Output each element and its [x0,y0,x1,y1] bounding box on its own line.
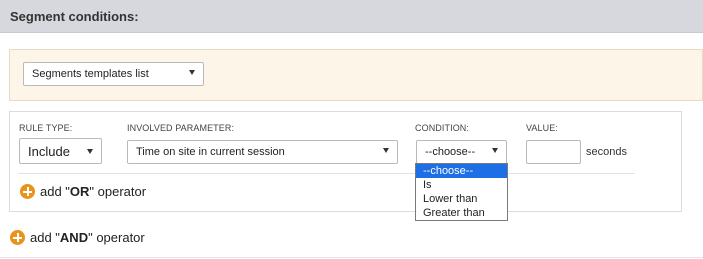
add-or-operator-button[interactable]: add " OR " operator [20,184,146,199]
value-input[interactable] [526,140,581,164]
dropdown-option[interactable]: Is [416,178,507,192]
rule-type-select-value: Include [28,144,70,159]
chevron-down-icon [189,70,195,75]
condition-label: CONDITION: [415,123,469,133]
involved-parameter-select[interactable]: Time on site in current session [127,140,398,164]
segments-templates-select-label: Segments templates list [32,68,149,80]
page-title: Segment conditions: [10,9,139,24]
rule-type-select[interactable]: Include [19,138,102,164]
involved-parameter-select-value: Time on site in current session [136,146,285,158]
segments-templates-select[interactable]: Segments templates list [23,62,204,86]
templates-panel: Segments templates list [9,49,703,101]
condition-select[interactable]: --choose-- [416,140,507,164]
dropdown-option[interactable]: Greater than [416,206,507,220]
add-circle-icon [20,184,35,199]
add-or-prefix: add " [40,184,70,199]
add-and-prefix: add " [30,230,60,245]
add-or-suffix: " operator [89,184,147,199]
value-label: VALUE: [526,123,558,133]
add-and-suffix: " operator [88,230,145,245]
add-and-keyword: AND [59,230,89,245]
dropdown-option[interactable]: --choose-- [416,164,507,178]
chevron-down-icon [87,149,93,154]
value-unit-label: seconds [586,146,627,158]
rule-type-label: RULE TYPE: [19,123,73,133]
chevron-down-icon [492,148,498,153]
dropdown-option[interactable]: Lower than [416,192,507,206]
add-and-operator-button[interactable]: add " AND " operator [10,230,145,245]
add-or-keyword: OR [69,184,90,199]
condition-select-value: --choose-- [425,146,476,158]
rule-panel: RULE TYPE: INVOLVED PARAMETER: CONDITION… [9,111,682,212]
add-circle-icon [10,230,25,245]
rule-divider [18,173,635,174]
divider [0,257,703,258]
section-header: Segment conditions: [0,0,703,33]
involved-parameter-label: INVOLVED PARAMETER: [127,123,235,133]
chevron-down-icon [383,148,389,153]
condition-dropdown-list: --choose-- Is Lower than Greater than [415,163,508,221]
